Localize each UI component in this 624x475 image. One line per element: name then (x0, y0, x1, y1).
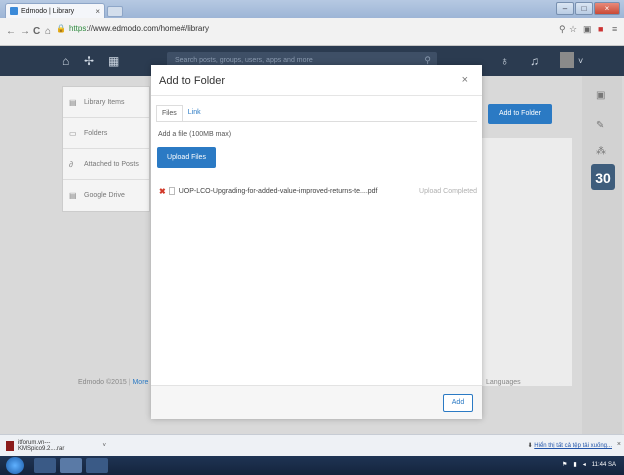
tabs-divider (156, 121, 477, 122)
home-icon[interactable]: ⌂ (45, 26, 51, 37)
network-icon[interactable]: ▮ (573, 461, 576, 468)
window-close-button[interactable]: × (594, 2, 620, 15)
home-nav-icon[interactable]: ⌂ (62, 54, 69, 68)
add-to-folder-button[interactable]: Add to Folder (488, 104, 552, 124)
zoom-icon[interactable]: ⚲ (559, 24, 566, 35)
search-placeholder: Search posts, groups, users, apps and mo… (175, 57, 313, 64)
sidebar-item-library[interactable]: ▤ Library Items (63, 87, 149, 118)
sidebar-item-label: Library Items (84, 98, 125, 106)
file-size-hint: Add a file (100MB max) (158, 131, 232, 138)
flag-icon[interactable]: ⚑ (562, 461, 567, 468)
modal-divider (151, 95, 482, 96)
backpack-rail-icon[interactable]: ▣ (596, 90, 605, 101)
reload-icon[interactable]: C (33, 26, 40, 37)
close-icon[interactable]: × (462, 74, 468, 86)
tab-link[interactable]: Link (183, 105, 206, 122)
more-link[interactable]: More (132, 379, 148, 386)
menu-icon[interactable]: ≡ (612, 24, 617, 34)
tab-close-icon[interactable]: × (95, 7, 100, 16)
chevron-down-icon[interactable]: ˅ (102, 443, 106, 449)
taskbar-app-chrome[interactable] (60, 458, 82, 473)
maximize-button[interactable]: □ (575, 2, 593, 15)
library-sidebar: ▤ Library Items ▭ Folders ∂ Attached to … (62, 86, 150, 212)
chevron-down-icon[interactable]: ˅ (578, 56, 583, 66)
show-all-link[interactable]: Hiển thị tất cả tệp tải xuống... (534, 443, 612, 449)
paperclip-icon: ∂ (69, 159, 73, 169)
calendar-icon[interactable]: 30 (591, 164, 615, 190)
copyright-text: Edmodo ©2015 (78, 379, 127, 386)
extension-red-icon[interactable]: ■ (598, 24, 603, 34)
sidebar-item-label: Attached to Posts (84, 160, 139, 168)
archive-file-icon (6, 441, 14, 451)
system-tray: ⚑ ▮ ◂ 11:44 SA (562, 461, 616, 469)
download-item[interactable]: itforum.vn---KMSpico9.2....rar ˅ (6, 438, 106, 454)
browser-titlebar: Edmodo | Library × – □ × (0, 0, 624, 18)
bookmark-star-icon[interactable]: ☆ (569, 24, 577, 35)
sidebar-item-label: Google Drive (84, 192, 125, 199)
file-name: UOP-LCO-Upgrading-for-added-value-improv… (178, 187, 378, 195)
backpack-icon[interactable]: ♁ (500, 54, 509, 68)
sidebar-item-attached[interactable]: ∂ Attached to Posts (63, 149, 149, 180)
library-nav-icon[interactable]: ▦ (108, 54, 119, 68)
avatar[interactable] (560, 52, 574, 68)
upload-files-button[interactable]: Upload Files (157, 147, 216, 168)
download-bar-close-icon[interactable]: × (617, 441, 621, 448)
drive-icon: ▤ (69, 191, 77, 200)
extension-icon[interactable]: ▣ (583, 24, 592, 35)
upload-status: Upload Completed (419, 187, 477, 195)
edmodo-favicon (10, 7, 18, 15)
modal-tabs: Files Link (156, 105, 206, 122)
sidebar-item-google-drive[interactable]: ▤ Google Drive (63, 180, 149, 211)
tab-files[interactable]: Files (156, 105, 183, 122)
windows-taskbar: ⚑ ▮ ◂ 11:44 SA (0, 456, 624, 475)
browser-toolbar: ← → C ⌂ 🔒 https ://www.edmodo.com/home#/… (0, 18, 624, 46)
uploaded-file-row: ✖ UOP-LCO-Upgrading-for-added-value-impr… (159, 185, 477, 197)
browser-tab[interactable]: Edmodo | Library × (5, 3, 105, 18)
remove-file-icon[interactable]: ✖ (159, 187, 166, 196)
new-tab-button[interactable] (107, 6, 123, 17)
modal-footer: Add (151, 385, 482, 419)
apps-grid-icon[interactable]: ⁂ (596, 146, 606, 157)
clock[interactable]: 11:44 SA (592, 462, 616, 468)
add-button[interactable]: Add (443, 394, 473, 412)
download-file-label: itforum.vn---KMSpico9.2....rar (17, 440, 65, 452)
library-icon: ▤ (69, 97, 77, 107)
back-icon[interactable]: ← (6, 26, 16, 37)
start-button[interactable] (6, 457, 24, 474)
address-bar[interactable]: 🔒 https ://www.edmodo.com/home#/library (56, 21, 486, 35)
document-icon (168, 187, 175, 195)
sidebar-item-label: Folders (84, 129, 108, 137)
wrench-icon[interactable]: ✎ (596, 120, 604, 131)
progress-nav-icon[interactable]: ✢ (84, 54, 94, 68)
footer-copyright: Edmodo ©2015 | More (78, 379, 149, 386)
right-rail: ▣ ✎ ⁂ 30 (582, 76, 622, 434)
languages-link[interactable]: Languages (486, 379, 521, 386)
sidebar-item-folders[interactable]: ▭ Folders (63, 118, 149, 149)
folder-icon: ▭ (69, 128, 77, 138)
notification-bell-icon[interactable]: ♫ (530, 54, 539, 68)
minimize-button[interactable]: – (556, 2, 574, 15)
url-scheme: https (68, 23, 87, 33)
volume-icon[interactable]: ◂ (583, 461, 586, 468)
modal-title: Add to Folder (159, 75, 226, 87)
taskbar-app-explorer[interactable] (34, 458, 56, 473)
tab-title: Edmodo | Library (21, 7, 75, 15)
download-bar: itforum.vn---KMSpico9.2....rar ˅ ⬇ Hiển … (0, 434, 624, 456)
forward-icon[interactable]: → (20, 26, 30, 37)
url-rest: ://www.edmodo.com/home#/library (86, 23, 210, 33)
show-all-downloads[interactable]: ⬇ Hiển thị tất cả tệp tải xuống... (528, 442, 612, 449)
add-to-folder-modal: Add to Folder × Files Link Add a file (1… (151, 65, 482, 419)
lock-icon: 🔒 (56, 23, 66, 33)
taskbar-app-media[interactable] (86, 458, 108, 473)
